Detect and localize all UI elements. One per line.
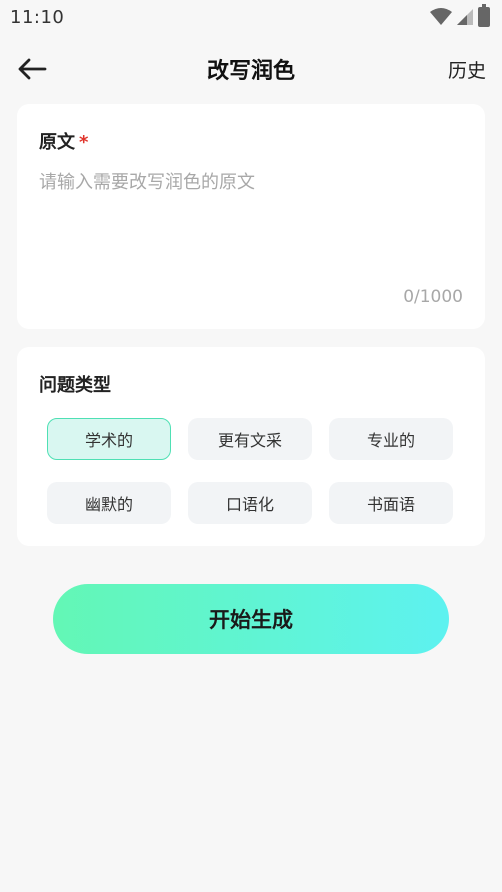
header: 改写润色 历史 [0, 44, 502, 94]
problem-type-options: 学术的 更有文采 专业的 幽默的 口语化 书面语 [47, 418, 453, 524]
status-bar: 11:10 [0, 0, 502, 34]
type-option-academic[interactable]: 学术的 [47, 418, 171, 460]
status-icons [430, 4, 490, 27]
type-option-humorous[interactable]: 幽默的 [47, 482, 171, 524]
type-option-colloquial[interactable]: 口语化 [188, 482, 312, 524]
back-button[interactable] [16, 53, 48, 85]
problem-type-label: 问题类型 [39, 375, 111, 396]
page-title: 改写润色 [206, 59, 295, 84]
type-option-professional[interactable]: 专业的 [329, 418, 453, 460]
type-option-written[interactable]: 书面语 [329, 482, 453, 524]
source-label: 原文 * [39, 128, 463, 154]
start-generate-button[interactable]: 开始生成 [53, 584, 449, 654]
char-count: 0/1000 [403, 287, 463, 307]
type-option-literary[interactable]: 更有文采 [188, 418, 312, 460]
source-text-card: 原文* 0/1000 [17, 104, 485, 329]
battery-icon [478, 4, 490, 27]
problem-type-card: 问题类型 学术的 更有文采 专业的 幽默的 口语化 书面语 [17, 347, 485, 546]
required-mark: * [79, 132, 89, 153]
arrow-left-icon [18, 58, 47, 80]
wifi-icon [430, 8, 452, 25]
history-button[interactable]: 历史 [448, 56, 486, 83]
source-label-text: 原文 [39, 132, 75, 153]
status-time: 11:10 [10, 6, 65, 28]
source-text-input[interactable] [39, 168, 463, 278]
signal-icon [457, 9, 473, 25]
